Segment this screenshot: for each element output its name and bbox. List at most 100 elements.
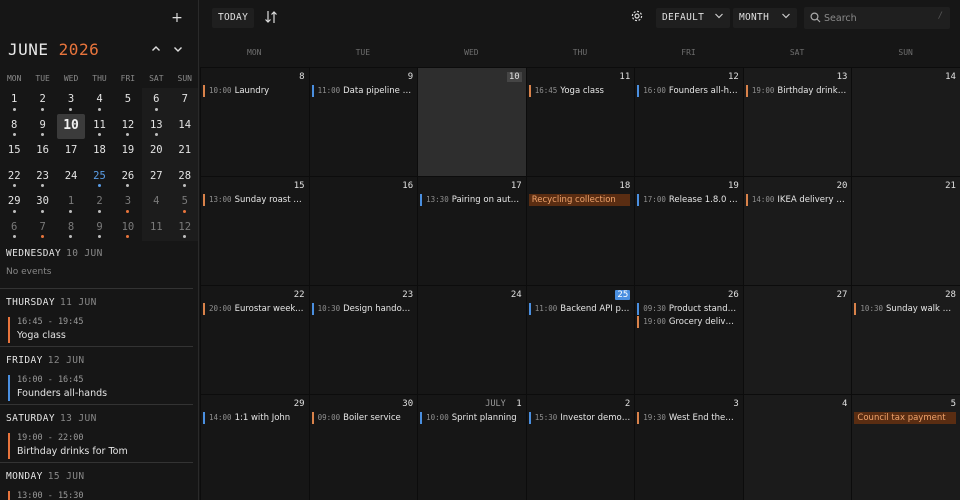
calendar-event[interactable]: 14:00 IKEA delivery slot xyxy=(745,194,847,206)
mini-day[interactable]: 8 xyxy=(0,114,28,140)
calendar-event[interactable]: 13:00Sunday roast with ... xyxy=(203,194,305,206)
search-input[interactable] xyxy=(824,10,934,26)
day-cell[interactable]: 26 09:30 Product stand-up 19:00 Grocery deli… xyxy=(634,285,743,394)
mini-day[interactable]: 9 xyxy=(28,114,56,140)
settings-button[interactable] xyxy=(630,9,644,29)
mini-day[interactable]: 9 xyxy=(85,216,113,242)
mini-day[interactable]: 22 xyxy=(0,165,28,191)
mini-day[interactable]: 12 xyxy=(170,215,198,241)
agenda-event[interactable]: 19:00 - 22:00 Birthday drinks for Tom xyxy=(8,433,198,459)
mini-day[interactable]: 18 xyxy=(85,139,113,165)
day-cell[interactable]: 5 Council tax payment xyxy=(851,394,960,500)
add-event-button[interactable]: + xyxy=(168,9,186,27)
day-cell[interactable]: 1 JULY 10:00 Sprint planning xyxy=(417,394,526,500)
mini-day[interactable]: 10 xyxy=(56,113,86,139)
calendar-event[interactable]: 19:00 Grocery delivery xyxy=(637,316,739,328)
mini-day[interactable]: 11 xyxy=(142,215,171,241)
mini-day[interactable]: 28 xyxy=(170,164,198,190)
day-cell[interactable]: 16 xyxy=(308,176,418,285)
mini-day[interactable]: 19 xyxy=(114,139,142,165)
calendar-event[interactable]: 10:00 Laundry xyxy=(203,85,305,97)
agenda-event[interactable]: 16:45 - 19:45 Yoga class xyxy=(8,317,198,343)
calendar-event[interactable]: 15:30Investor demo reh... xyxy=(528,412,630,424)
day-cell[interactable]: 10 xyxy=(417,67,526,176)
agenda-event[interactable]: 13:00 - 15:30Sunday roast with friends xyxy=(8,491,198,500)
day-cell[interactable]: 25 11:00Backend API plan... xyxy=(525,285,635,394)
day-cell[interactable]: 22 20:00Eurostar weekend ... xyxy=(200,285,309,394)
day-cell[interactable]: 12 16:00Founders all-hands xyxy=(634,67,743,176)
day-cell[interactable]: 19 17:00Release 1.8.0 deploy xyxy=(634,176,743,285)
today-button[interactable]: TODAY xyxy=(212,8,255,28)
mini-day[interactable]: 21 xyxy=(170,139,198,165)
day-cell[interactable]: 29 14:00 1:1 with John xyxy=(200,394,309,500)
calendar-event[interactable]: 11:00Data pipeline incid... xyxy=(311,85,413,97)
mini-day[interactable]: 26 xyxy=(114,165,142,191)
calendar-event[interactable]: 20:00Eurostar weekend ... xyxy=(203,303,305,315)
mini-day[interactable]: 30 xyxy=(28,190,56,216)
day-cell[interactable]: 9 11:00Data pipeline incid... xyxy=(308,67,418,176)
day-cell[interactable]: 18 Recycling collection xyxy=(525,176,635,285)
mini-day[interactable]: 2 xyxy=(85,190,113,216)
mini-day[interactable]: 14 xyxy=(170,113,198,139)
calendar-event[interactable]: 11:00Backend API plan... xyxy=(528,303,630,315)
day-cell[interactable]: 3 19:30West End theatre ... xyxy=(634,394,743,500)
mini-day[interactable]: 5 xyxy=(170,190,198,216)
mini-day[interactable]: 1 xyxy=(57,190,85,216)
next-month-button[interactable] xyxy=(170,42,186,58)
mini-day[interactable]: 10 xyxy=(114,216,142,242)
mini-day[interactable]: 7 xyxy=(170,88,198,114)
day-cell[interactable]: 4 xyxy=(742,394,852,500)
mini-day[interactable]: 11 xyxy=(85,114,113,140)
day-cell[interactable]: 23 10:30Design handoff rev... xyxy=(308,285,418,394)
calendar-event[interactable]: Council tax payment xyxy=(854,412,956,424)
mini-day[interactable]: 6 xyxy=(142,88,171,114)
day-cell[interactable]: 30 09:00 Boiler service xyxy=(308,394,418,500)
day-cell[interactable]: 24 xyxy=(417,285,526,394)
calendar-event[interactable]: 10:30Design handoff rev... xyxy=(311,303,413,315)
calendar-event[interactable]: 09:30 Product stand-up xyxy=(637,303,739,315)
mini-day[interactable]: 13 xyxy=(142,113,171,139)
mini-day[interactable]: 29 xyxy=(0,190,28,216)
mini-day[interactable]: 16 xyxy=(28,139,56,165)
mini-day[interactable]: 4 xyxy=(85,88,113,114)
mini-day[interactable]: 24 xyxy=(57,165,85,191)
mini-day[interactable]: 3 xyxy=(114,190,142,216)
day-cell[interactable]: 11 16:45 Yoga class xyxy=(525,67,635,176)
day-cell[interactable]: 14 xyxy=(851,67,960,176)
mini-day[interactable]: 23 xyxy=(28,165,56,191)
mini-day[interactable]: 25 xyxy=(85,165,113,191)
mini-day[interactable]: 1 xyxy=(0,88,28,114)
sort-button[interactable] xyxy=(264,9,278,29)
day-cell[interactable]: 28 10:30Sunday walk and c... xyxy=(851,285,960,394)
calendar-event[interactable]: 10:30Sunday walk and c... xyxy=(854,303,956,315)
calendar-event[interactable]: 16:45 Yoga class xyxy=(528,85,631,97)
mini-day[interactable]: 2 xyxy=(28,88,56,114)
day-cell[interactable]: 8 10:00 Laundry xyxy=(200,67,309,176)
calendar-event[interactable]: 09:00 Boiler service xyxy=(311,412,414,424)
prev-month-button[interactable] xyxy=(148,42,164,58)
calendar-event[interactable]: 10:00 Sprint planning xyxy=(420,412,522,424)
mini-day[interactable]: 3 xyxy=(57,88,85,114)
day-cell[interactable]: 27 xyxy=(742,285,852,394)
agenda-event[interactable]: 16:00 - 16:45 Founders all-hands xyxy=(8,375,198,401)
day-cell[interactable]: 20 14:00 IKEA delivery slot xyxy=(742,176,852,285)
mini-day[interactable]: 6 xyxy=(0,216,28,242)
day-cell[interactable]: 2 15:30Investor demo reh... xyxy=(525,394,635,500)
view-select[interactable]: MONTH xyxy=(733,8,798,28)
mini-day[interactable]: 8 xyxy=(57,216,85,242)
calendar-event[interactable]: 14:00 1:1 with John xyxy=(203,412,305,424)
mini-day[interactable]: 7 xyxy=(28,216,56,242)
day-cell[interactable]: 13 19:00Birthday drinks for ... xyxy=(742,67,852,176)
mini-day[interactable]: 4 xyxy=(142,190,171,216)
mini-day[interactable]: 5 xyxy=(114,88,142,114)
calendar-event[interactable]: 13:30Pairing on auth flow xyxy=(420,194,522,206)
calendar-event[interactable]: 16:00Founders all-hands xyxy=(637,85,739,97)
calendar-event[interactable]: Recycling collection xyxy=(528,194,631,206)
mini-day[interactable]: 17 xyxy=(57,139,85,165)
day-cell[interactable]: 21 xyxy=(851,176,960,285)
mini-day[interactable]: 20 xyxy=(142,139,171,165)
calendar-event[interactable]: 19:00Birthday drinks for ... xyxy=(745,85,847,97)
mini-day[interactable]: 27 xyxy=(142,164,171,190)
mini-day[interactable]: 12 xyxy=(114,114,142,140)
calendar-event[interactable]: 17:00Release 1.8.0 deploy xyxy=(637,194,739,206)
